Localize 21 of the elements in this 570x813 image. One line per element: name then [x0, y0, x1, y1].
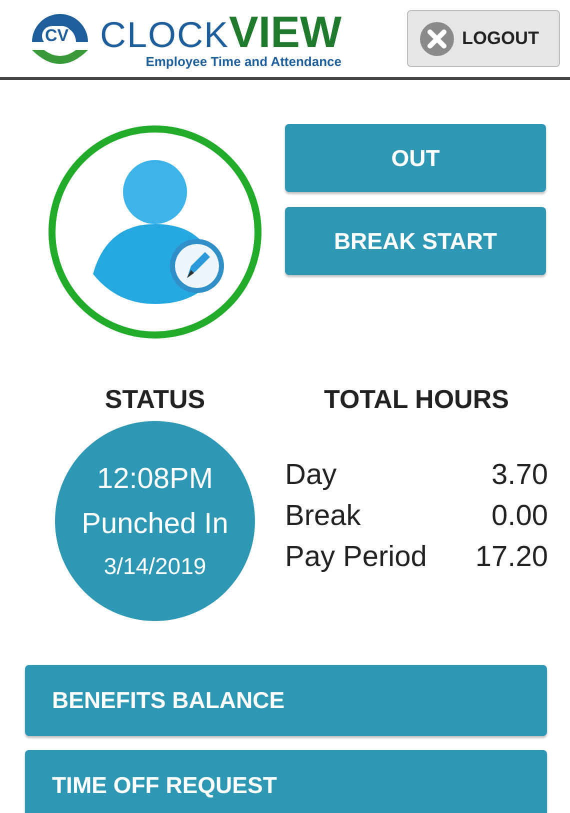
hours-value: 17.20: [475, 540, 548, 575]
close-icon: [420, 22, 454, 56]
hours-label: Break: [285, 499, 361, 534]
menu-button[interactable]: BENEFITS BALANCE: [25, 665, 547, 736]
status-date: 3/14/2019: [104, 552, 206, 580]
punch-button[interactable]: BREAK START: [285, 207, 546, 275]
user-avatar-drawing[interactable]: [47, 124, 263, 340]
logout-button[interactable]: LOGOUT: [407, 10, 560, 67]
logo-word: VIEW: [229, 8, 342, 57]
status-title: STATUS: [104, 384, 206, 415]
logo-word: CLOCK: [100, 14, 230, 56]
menu-button[interactable]: TIME OFF REQUEST: [25, 750, 547, 813]
hours-value: 3.70: [492, 458, 548, 493]
logo-tagline: Employee Time and Attendance: [146, 54, 342, 69]
punch-button[interactable]: OUT: [285, 124, 546, 192]
status-time: 12:08PM: [96, 462, 214, 496]
status-state: Punched In: [82, 508, 228, 540]
hours-value: 0.00: [492, 499, 548, 534]
hours-label: Pay Period: [285, 540, 427, 575]
total-hours-title: TOTAL HOURS: [324, 384, 509, 415]
hours-label: Day: [285, 458, 337, 493]
